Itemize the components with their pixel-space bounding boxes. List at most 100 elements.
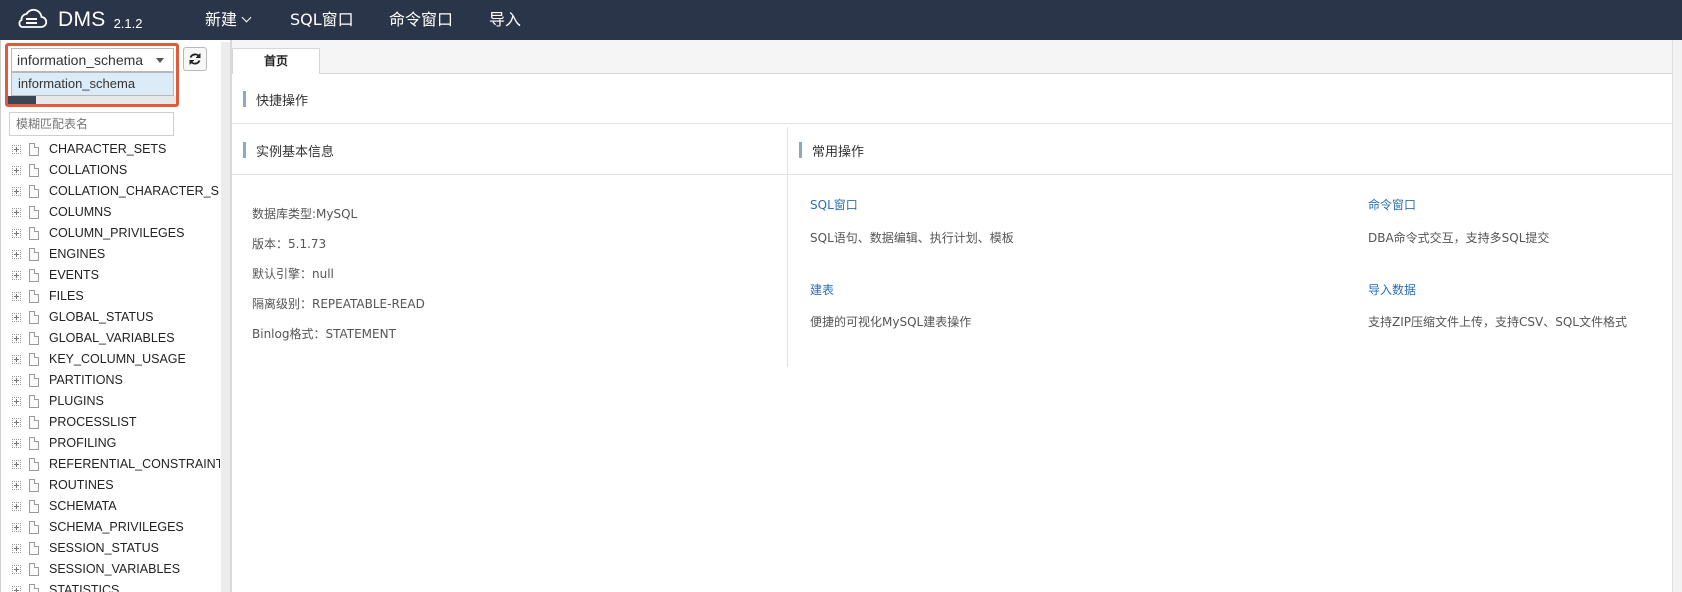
nav-sql-window[interactable]: SQL窗口	[290, 0, 354, 40]
table-tree: CHARACTER_SETS COLLATIONS COLLATION_CHARAC…	[0, 139, 220, 592]
table-tree-item[interactable]: FILES	[0, 286, 220, 307]
sidebar-scrollbar[interactable]	[221, 42, 230, 592]
table-tree-item[interactable]: PLUGINS	[0, 391, 220, 412]
op-import-data-desc: 支持ZIP压缩文件上传，支持CSV、SQL文件格式	[1368, 315, 1627, 329]
table-tree-item[interactable]: COLLATION_CHARACTER_SET_	[0, 181, 220, 202]
op-create-table-link[interactable]: 建表	[810, 281, 834, 298]
common-ops-title: 常用操作	[812, 145, 865, 160]
expand-plus-icon[interactable]	[12, 397, 21, 406]
expand-plus-icon[interactable]	[12, 250, 21, 259]
expand-plus-icon[interactable]	[12, 208, 21, 217]
expand-plus-icon[interactable]	[12, 586, 21, 592]
expand-plus-icon[interactable]	[12, 145, 21, 154]
expand-plus-icon[interactable]	[12, 460, 21, 469]
highlight-annotation	[5, 43, 179, 107]
expand-plus-icon[interactable]	[12, 166, 21, 175]
expand-plus-icon[interactable]	[12, 418, 21, 427]
expand-plus-icon[interactable]	[12, 292, 21, 301]
table-tree-item[interactable]: GLOBAL_STATUS	[0, 307, 220, 328]
section-accent-bar	[799, 142, 802, 158]
expand-plus-icon[interactable]	[12, 502, 21, 511]
expand-plus-icon[interactable]	[12, 187, 21, 196]
op-sql-window-desc: SQL语句、数据编辑、执行计划、模板	[810, 231, 1014, 245]
table-name-label: COLLATIONS	[49, 163, 128, 177]
table-name-label: EVENTS	[49, 268, 100, 282]
refresh-icon	[189, 53, 201, 65]
table-tree-item[interactable]: PROCESSLIST	[0, 412, 220, 433]
chevron-down-icon	[241, 12, 252, 23]
expand-plus-icon[interactable]	[12, 523, 21, 532]
op-sql-window-link[interactable]: SQL窗口	[810, 196, 858, 213]
tab-home[interactable]: 首页	[232, 48, 320, 75]
expand-plus-icon[interactable]	[12, 565, 21, 574]
table-tree-item[interactable]: ROUTINES	[0, 475, 220, 496]
table-file-icon	[29, 185, 39, 198]
op-import-data-link[interactable]: 导入数据	[1368, 281, 1416, 298]
table-file-icon	[29, 500, 39, 513]
expand-plus-icon[interactable]	[12, 334, 21, 343]
table-name-label: GLOBAL_VARIABLES	[49, 331, 175, 345]
table-tree-item[interactable]: ENGINES	[0, 244, 220, 265]
table-name-label: REFERENTIAL_CONSTRAINTS	[49, 457, 220, 471]
table-tree-item[interactable]: PROFILING	[0, 433, 220, 454]
table-tree-item[interactable]: PARTITIONS	[0, 370, 220, 391]
main-scrollbar[interactable]	[1672, 40, 1682, 592]
nav-import[interactable]: 导入	[489, 0, 521, 40]
table-filter-input[interactable]	[9, 112, 174, 136]
top-navbar: DMS 2.1.2 新建 SQL窗口 命令窗口 导入	[0, 0, 1682, 40]
table-name-label: STATISTICS	[49, 583, 120, 592]
table-name-label: PROCESSLIST	[49, 415, 137, 429]
info-isolation-level: 隔离级别：REPEATABLE-READ	[252, 297, 425, 311]
expand-plus-icon[interactable]	[12, 544, 21, 553]
table-tree-item[interactable]: COLUMNS	[0, 202, 220, 223]
table-file-icon	[29, 458, 39, 471]
expand-plus-icon[interactable]	[12, 355, 21, 364]
table-name-label: COLLATION_CHARACTER_SET_	[49, 184, 220, 198]
table-name-label: SCHEMA_PRIVILEGES	[49, 520, 184, 534]
table-tree-item[interactable]: SCHEMA_PRIVILEGES	[0, 517, 220, 538]
op-command-window-link[interactable]: 命令窗口	[1368, 196, 1416, 213]
quick-ops-header: 快捷操作	[232, 74, 1672, 124]
table-file-icon	[29, 143, 39, 156]
app-version: 2.1.2	[113, 15, 143, 31]
expand-plus-icon[interactable]	[12, 439, 21, 448]
table-tree-item[interactable]: COLUMN_PRIVILEGES	[0, 223, 220, 244]
table-name-label: COLUMNS	[49, 205, 112, 219]
refresh-button[interactable]	[183, 47, 207, 71]
table-tree-item[interactable]: STATISTICS	[0, 580, 220, 592]
expand-plus-icon[interactable]	[12, 229, 21, 238]
table-file-icon	[29, 248, 39, 261]
column-divider	[787, 127, 788, 367]
table-tree-item[interactable]: GLOBAL_VARIABLES	[0, 328, 220, 349]
table-file-icon	[29, 353, 39, 366]
expand-plus-icon[interactable]	[12, 481, 21, 490]
table-tree-item[interactable]: KEY_COLUMN_USAGE	[0, 349, 220, 370]
table-tree-item[interactable]: COLLATIONS	[0, 160, 220, 181]
table-tree-item[interactable]: SESSION_STATUS	[0, 538, 220, 559]
section-accent-bar	[243, 91, 246, 107]
table-tree-item[interactable]: SCHEMATA	[0, 496, 220, 517]
table-name-label: FILES	[49, 289, 84, 303]
nav-command-window[interactable]: 命令窗口	[389, 0, 453, 40]
info-version: 版本：5.1.73	[252, 237, 327, 251]
table-tree-item[interactable]: CHARACTER_SETS	[0, 139, 220, 160]
expand-plus-icon[interactable]	[12, 313, 21, 322]
table-tree-item[interactable]: EVENTS	[0, 265, 220, 286]
expand-plus-icon[interactable]	[12, 376, 21, 385]
new-menu[interactable]: 新建	[205, 0, 252, 40]
table-tree-item[interactable]: REFERENTIAL_CONSTRAINTS	[0, 454, 220, 475]
table-file-icon	[29, 542, 39, 555]
table-file-icon	[29, 521, 39, 534]
table-file-icon	[29, 269, 39, 282]
quick-ops-title: 快捷操作	[256, 94, 309, 109]
app-logo[interactable]: DMS 2.1.2	[14, 7, 143, 33]
table-file-icon	[29, 374, 39, 387]
table-file-icon	[29, 332, 39, 345]
table-name-label: ENGINES	[49, 247, 106, 261]
table-file-icon	[29, 311, 39, 324]
table-tree-item[interactable]: SESSION_VARIABLES	[0, 559, 220, 580]
common-ops-header: 常用操作	[788, 125, 1672, 175]
expand-plus-icon[interactable]	[12, 271, 21, 280]
table-file-icon	[29, 206, 39, 219]
app-brand: DMS	[58, 8, 106, 31]
